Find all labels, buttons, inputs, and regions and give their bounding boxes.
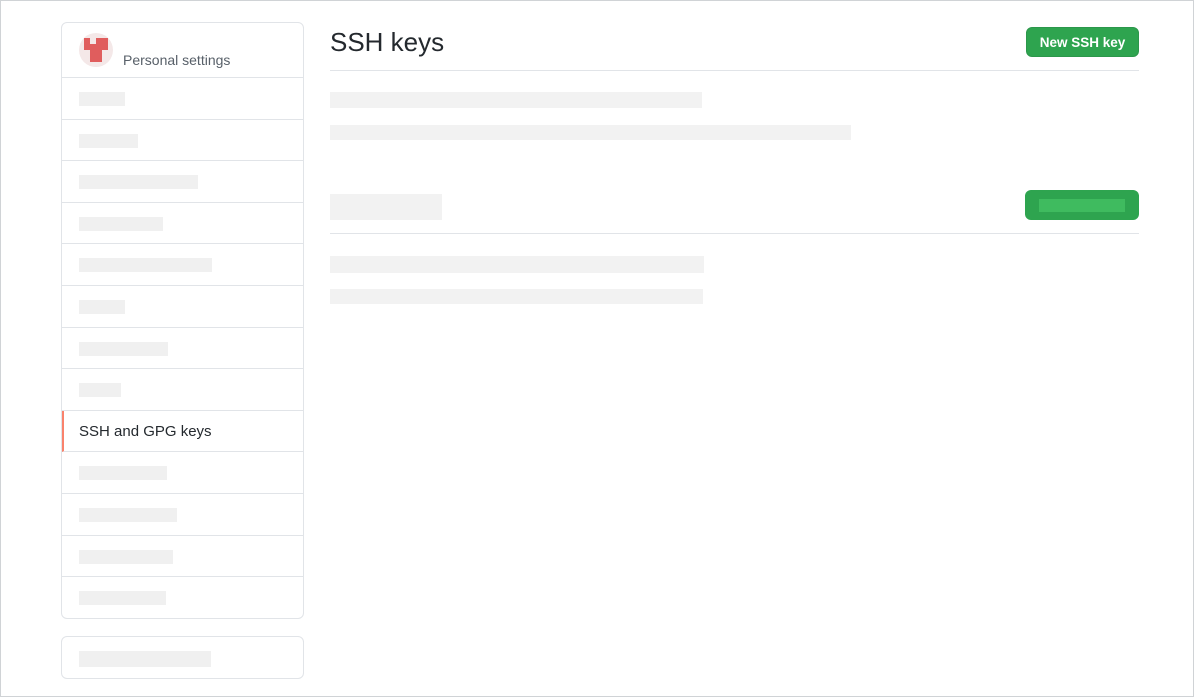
identicon-icon xyxy=(81,35,111,65)
sidebar-item-placeholder[interactable] xyxy=(62,369,303,411)
text-placeholder xyxy=(79,133,138,148)
sidebar-item-placeholder[interactable] xyxy=(62,452,303,494)
sidebar-item-placeholder[interactable] xyxy=(62,161,303,203)
sidebar-header: Personal settings xyxy=(62,23,303,78)
secondary-sidebar xyxy=(61,636,304,679)
text-placeholder xyxy=(79,92,125,106)
settings-sidebar: Personal settings SSH and GPG keys xyxy=(61,22,304,619)
button-label-placeholder xyxy=(1039,199,1125,212)
sidebar-item-label: SSH and GPG keys xyxy=(79,422,212,440)
header-divider xyxy=(330,70,1139,71)
sidebar-item-placeholder[interactable] xyxy=(62,536,303,578)
text-placeholder xyxy=(79,651,211,667)
sidebar-item-placeholder[interactable] xyxy=(62,494,303,536)
sidebar-item-placeholder[interactable] xyxy=(62,244,303,286)
text-placeholder xyxy=(79,591,166,606)
text-placeholder xyxy=(79,507,177,522)
text-placeholder xyxy=(330,125,851,140)
text-placeholder xyxy=(330,92,702,108)
window-frame: Personal settings SSH and GPG keys SSH k… xyxy=(0,0,1194,697)
text-placeholder xyxy=(330,256,704,273)
sidebar-item-placeholder[interactable] xyxy=(62,286,303,328)
text-placeholder xyxy=(79,549,173,564)
text-placeholder xyxy=(79,216,163,231)
text-placeholder xyxy=(79,175,198,190)
subheading-placeholder xyxy=(330,194,442,220)
text-placeholder xyxy=(330,289,703,304)
new-gpg-key-button-placeholder[interactable] xyxy=(1025,190,1139,220)
avatar[interactable] xyxy=(79,33,113,67)
text-placeholder xyxy=(79,466,167,481)
sidebar-item-placeholder[interactable] xyxy=(62,120,303,162)
sidebar-header-label: Personal settings xyxy=(123,52,231,68)
page-title: SSH keys xyxy=(330,27,445,57)
text-placeholder xyxy=(79,299,125,314)
sidebar-item-placeholder[interactable] xyxy=(62,328,303,370)
sidebar-item-placeholder[interactable] xyxy=(62,203,303,245)
text-placeholder xyxy=(79,383,121,398)
text-placeholder xyxy=(79,341,168,356)
sidebar-item-ssh-gpg-keys[interactable]: SSH and GPG keys xyxy=(62,410,303,453)
new-ssh-key-button[interactable]: New SSH key xyxy=(1026,27,1139,57)
sidebar-item-placeholder[interactable] xyxy=(62,78,303,120)
text-placeholder xyxy=(79,258,212,273)
sidebar-item-placeholder[interactable] xyxy=(62,577,303,618)
section-divider xyxy=(330,233,1139,234)
